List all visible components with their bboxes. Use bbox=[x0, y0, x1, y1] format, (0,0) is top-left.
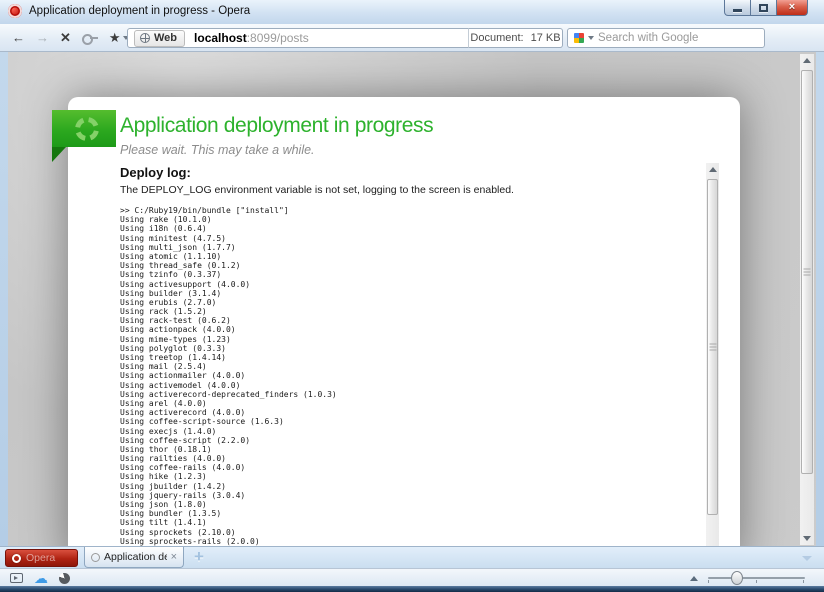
search-placeholder: Search with Google bbox=[598, 32, 698, 44]
document-size-indicator: Document: 17 KB bbox=[468, 28, 563, 48]
maximize-icon bbox=[759, 4, 768, 12]
back-button[interactable]: ← bbox=[12, 31, 25, 44]
globe-icon bbox=[140, 33, 150, 43]
url-text[interactable]: localhost:8099/posts bbox=[194, 31, 309, 45]
nav-buttons: ← → ✕ ★ bbox=[12, 24, 129, 51]
wand-password-icon[interactable] bbox=[82, 34, 98, 42]
document-label: Document: bbox=[470, 32, 523, 44]
window-bottom-border bbox=[0, 586, 824, 592]
search-input[interactable]: Search with Google bbox=[567, 28, 765, 48]
zoom-tick bbox=[756, 580, 757, 583]
titlebar[interactable]: Application deployment in progress - Ope… bbox=[0, 0, 824, 24]
web-badge-label: Web bbox=[154, 32, 177, 44]
opera-menu-label: Opera bbox=[26, 552, 55, 564]
arrow-down-icon bbox=[803, 536, 811, 541]
url-host: localhost bbox=[194, 31, 247, 45]
tab-loading-icon bbox=[91, 553, 100, 562]
zoom-slider-track[interactable] bbox=[708, 577, 805, 579]
fit-to-width-icon[interactable] bbox=[690, 576, 698, 581]
spinner-icon bbox=[73, 114, 101, 142]
page-scrollbar-thumb[interactable] bbox=[801, 70, 813, 474]
address-bar[interactable]: Web localhost:8099/posts bbox=[127, 28, 469, 48]
new-tab-button[interactable]: + bbox=[190, 547, 208, 567]
opera-turbo-icon[interactable] bbox=[59, 573, 70, 584]
minimize-icon bbox=[733, 9, 742, 12]
search-engine-chevron-icon[interactable] bbox=[588, 36, 594, 40]
opera-o-icon bbox=[12, 554, 21, 563]
close-button[interactable]: × bbox=[776, 0, 808, 16]
browser-viewport: Application deployment in progress Pleas… bbox=[0, 52, 824, 546]
star-icon: ★ bbox=[109, 31, 121, 44]
deploy-log-container[interactable]: Deploy log: The DEPLOY_LOG environment v… bbox=[120, 163, 719, 546]
log-scroll-up-button[interactable] bbox=[706, 163, 719, 176]
deployment-card: Application deployment in progress Pleas… bbox=[68, 97, 740, 546]
opera-menu-button[interactable]: Opera bbox=[5, 549, 78, 567]
scrollbar-grip-icon bbox=[804, 269, 811, 276]
tab-bar: Opera Application deplo... × + bbox=[0, 546, 824, 568]
tab-application-deployment[interactable]: Application deplo... × bbox=[84, 547, 184, 568]
log-scrollbar[interactable] bbox=[706, 163, 719, 546]
window-controls: × bbox=[724, 0, 808, 16]
zoom-slider-thumb[interactable] bbox=[731, 571, 743, 585]
window-title: Application deployment in progress - Ope… bbox=[29, 5, 250, 17]
bookmark-button[interactable]: ★ bbox=[109, 31, 129, 44]
tab-close-icon[interactable]: × bbox=[171, 552, 177, 563]
stop-button[interactable]: ✕ bbox=[60, 31, 71, 44]
opera-logo-icon bbox=[8, 4, 22, 18]
zoom-tick bbox=[803, 580, 804, 583]
web-badge[interactable]: Web bbox=[134, 30, 185, 47]
minimize-button[interactable] bbox=[724, 0, 751, 16]
panels-toggle-icon[interactable] bbox=[10, 573, 23, 583]
deploy-log-note: The DEPLOY_LOG environment variable is n… bbox=[120, 184, 699, 196]
page-background: Application deployment in progress Pleas… bbox=[8, 52, 816, 546]
opera-link-cloud-icon[interactable]: ☁ bbox=[34, 569, 48, 587]
deploy-log-text: >> C:/Ruby19/bin/bundle ["install"] Usin… bbox=[120, 206, 699, 546]
status-ribbon bbox=[52, 110, 116, 147]
google-icon[interactable] bbox=[574, 33, 584, 43]
page-title: Application deployment in progress bbox=[120, 114, 433, 138]
log-scrollbar-thumb[interactable] bbox=[707, 179, 718, 515]
document-size: 17 KB bbox=[531, 32, 561, 44]
close-icon: × bbox=[789, 2, 795, 13]
toolbar: ← → ✕ ★ Web localhost:8099/posts Documen… bbox=[0, 24, 824, 52]
opera-window: Application deployment in progress - Ope… bbox=[0, 0, 824, 592]
tab-title: Application deplo... bbox=[104, 551, 167, 563]
arrow-up-icon bbox=[709, 167, 717, 172]
page-subtitle: Please wait. This may take a while. bbox=[120, 143, 315, 157]
status-bar: ☁ bbox=[0, 568, 824, 586]
forward-button[interactable]: → bbox=[36, 31, 49, 44]
page-scrollbar[interactable] bbox=[800, 54, 814, 545]
page-scroll-down-button[interactable] bbox=[800, 532, 814, 545]
page-scroll-up-button[interactable] bbox=[800, 54, 814, 67]
closed-tabs-chevron-icon[interactable] bbox=[802, 556, 812, 561]
zoom-tick bbox=[708, 580, 709, 583]
maximize-button[interactable] bbox=[751, 0, 776, 16]
deploy-log-title: Deploy log: bbox=[120, 163, 699, 180]
arrow-up-icon bbox=[803, 58, 811, 63]
url-path: :8099/posts bbox=[247, 31, 309, 45]
scrollbar-grip-icon bbox=[709, 344, 716, 351]
ribbon-fold bbox=[52, 147, 66, 162]
